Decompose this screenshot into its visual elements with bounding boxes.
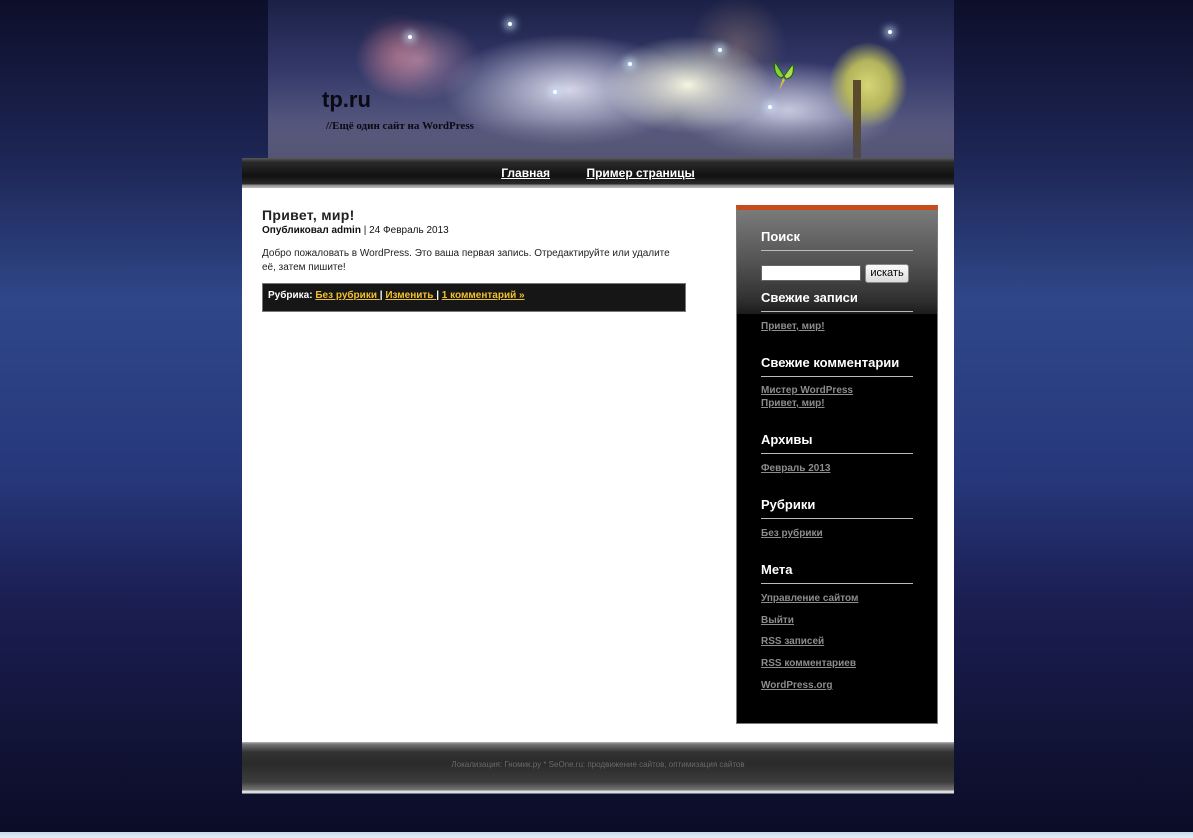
meta-prefix: Опубликовал [262,225,332,236]
meta-link-wordpress-org[interactable]: WordPress.org [761,680,833,691]
comment-author-link[interactable]: Мистер WordPress [761,385,853,396]
post-date: 24 Февраль 2013 [369,225,449,236]
site-footer: Локализация: Гномик.ру * SeOne.ru: продв… [242,742,954,794]
star-decoration [718,48,722,52]
star-decoration [553,90,557,94]
widget-title-recent-posts: Свежие записи [761,290,913,312]
widget-title-search: Поиск [761,229,913,251]
content-area: Привет, мир! Опубликовал admin | 24 Февр… [242,188,954,742]
category-link[interactable]: Без рубрики [315,290,379,301]
meta-link-rss-posts[interactable]: RSS записей [761,636,824,647]
category-label: Рубрика: [268,290,316,301]
sidebar: Поиск искать Свежие записи Привет, мир! … [736,205,938,724]
footer-credits: Локализация: Гномик.ру * SeOne.ru: продв… [451,760,745,769]
site-title[interactable]: tp.ru [322,87,371,113]
post-meta: Опубликовал admin | 24 Февраль 2013 [262,225,449,236]
nav-item-sample-page[interactable]: Пример страницы [586,166,694,180]
widget-title-meta: Мета [761,562,913,584]
edit-link[interactable]: Изменить [385,290,436,301]
meta-link-rss-comments[interactable]: RSS комментариев [761,658,856,669]
recent-post-link[interactable]: Привет, мир! [761,321,825,332]
post-title[interactable]: Привет, мир! [262,207,355,223]
category-sidebar-link[interactable]: Без рубрики [761,528,823,539]
widget-title-categories: Рубрики [761,497,913,519]
meta-link-admin[interactable]: Управление сайтом [761,593,858,604]
star-decoration [768,105,772,109]
archive-link[interactable]: Февраль 2013 [761,463,830,474]
search-input[interactable] [761,265,861,281]
widget-title-archives: Архивы [761,432,913,454]
star-decoration [508,22,512,26]
nav-item-home[interactable]: Главная [501,166,550,180]
post-author: admin [331,225,364,236]
comment-post-link[interactable]: Привет, мир! [761,398,825,409]
post-body: Добро пожаловать в WordPress. Это ваша п… [262,248,670,273]
widget-title-recent-comments: Свежие комментарии [761,355,913,377]
main-nav: Главная Пример страницы [242,158,954,188]
star-decoration [408,35,412,39]
star-decoration [628,62,632,66]
comments-link[interactable]: 1 комментарий » [442,290,525,301]
butterfly-icon [774,60,794,90]
search-button[interactable]: искать [865,264,909,283]
site-description: //Ещё один сайт на WordPress [326,120,474,132]
post-footer: Рубрика: Без рубрики | Изменить | 1 комм… [262,283,686,312]
site-header [268,0,954,158]
meta-link-logout[interactable]: Выйти [761,615,794,626]
